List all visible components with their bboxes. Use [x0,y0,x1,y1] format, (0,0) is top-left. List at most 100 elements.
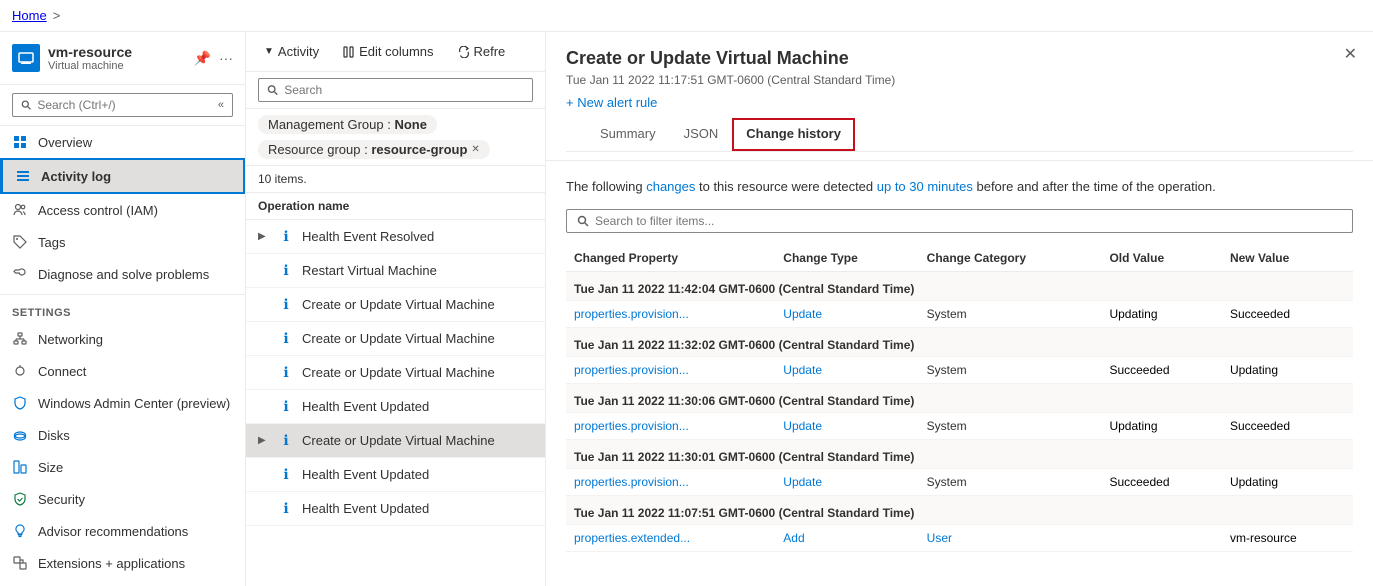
breadcrumb-separator: > [53,8,61,23]
wrench-icon [12,266,28,282]
list-column-header: Operation name [246,193,545,220]
item-text: Health Event Updated [302,467,533,482]
sidebar-header: vm-resource Virtual machine 📌 ··· [0,32,245,85]
new-value-cell: Succeeded [1222,300,1353,327]
activity-search-box[interactable] [258,78,533,102]
resource-group-filter: Resource group : resource-group ✕ [258,140,490,159]
filter-search-box[interactable] [566,209,1353,233]
list-item[interactable]: ▶ ℹ Create or Update Virtual Machine [246,424,545,458]
sidebar-item-disks[interactable]: Disks [0,419,245,451]
col-change-type: Change Type [775,245,918,272]
detail-title: Create or Update Virtual Machine [566,48,1353,69]
old-value-cell: Succeeded [1101,468,1222,495]
activity-list: ▶ ℹ Health Event Resolved ℹ Restart Virt… [246,220,545,586]
change-type-cell: Update [775,300,918,327]
list-item[interactable]: ℹ Restart Virtual Machine [246,254,545,288]
tab-change-history[interactable]: Change history [732,118,855,151]
item-text: Create or Update Virtual Machine [302,433,533,448]
expand-arrow-icon: ▶ [258,231,270,242]
extension-icon [12,555,28,571]
activity-search-input[interactable] [284,83,524,97]
sidebar-search-box[interactable]: « [12,93,233,117]
sidebar-item-extensions[interactable]: Extensions + applications [0,547,245,579]
table-date-row: Tue Jan 11 2022 11:32:02 GMT-0600 (Centr… [566,327,1353,356]
search-icon [267,84,278,96]
tab-summary[interactable]: Summary [586,118,670,151]
property-cell[interactable]: properties.provision... [566,356,775,383]
list-item[interactable]: ℹ Create or Update Virtual Machine [246,322,545,356]
property-cell[interactable]: properties.extended... [566,524,775,551]
filter-close-icon[interactable]: ✕ [471,144,479,155]
sidebar-item-networking[interactable]: Networking [0,323,245,355]
shield-icon [12,491,28,507]
breadcrumb-home[interactable]: Home [12,8,47,23]
date-cell: Tue Jan 11 2022 11:32:02 GMT-0600 (Centr… [566,327,1353,356]
change-table: Changed Property Change Type Change Cate… [566,245,1353,552]
edit-columns-button[interactable]: Edit columns [337,40,439,63]
category-cell: System [919,300,1102,327]
sidebar-item-label: Activity log [41,169,111,184]
old-value-cell: Updating [1101,412,1222,439]
filter-search-input[interactable] [595,214,1342,228]
new-value-cell: vm-resource [1222,524,1353,551]
refresh-button[interactable]: Refre [452,40,512,63]
list-item[interactable]: ℹ Health Event Updated [246,458,545,492]
activity-button[interactable]: ▼ Activity [258,40,325,63]
disk-icon [12,427,28,443]
sidebar-item-overview[interactable]: Overview [0,126,245,158]
sidebar-item-security[interactable]: Security [0,483,245,515]
table-row: properties.provision... Update System Up… [566,300,1353,327]
detail-panel: Create or Update Virtual Machine Tue Jan… [546,32,1373,586]
info-icon: ℹ [278,228,294,245]
item-text: Health Event Updated [302,399,533,414]
resize-icon [12,459,28,475]
sidebar-item-diagnose[interactable]: Diagnose and solve problems [0,258,245,290]
list-item[interactable]: ℹ Create or Update Virtual Machine [246,356,545,390]
change-type-cell: Update [775,356,918,383]
items-count: 10 items. [246,166,545,193]
item-text: Health Event Resolved [302,229,533,244]
sidebar-item-label: Advisor recommendations [38,524,188,539]
property-cell[interactable]: properties.provision... [566,412,775,439]
change-type-cell: Update [775,468,918,495]
property-cell[interactable]: properties.provision... [566,300,775,327]
sidebar-item-connect[interactable]: Connect [0,355,245,387]
sidebar-item-activity-log[interactable]: Activity log [0,158,245,194]
refresh-icon [458,46,470,58]
sidebar-search-input[interactable] [37,98,212,112]
collapse-icon[interactable]: « [218,99,224,111]
resource-name: vm-resource [48,44,132,60]
sidebar: vm-resource Virtual machine 📌 ··· « Over… [0,32,246,586]
sidebar-item-tags[interactable]: Tags [0,226,245,258]
sidebar-item-label: Connect [38,364,86,379]
table-row: properties.provision... Update System Su… [566,356,1353,383]
list-item[interactable]: ℹ Health Event Updated [246,492,545,526]
property-cell[interactable]: properties.provision... [566,468,775,495]
list-item[interactable]: ℹ Create or Update Virtual Machine [246,288,545,322]
breadcrumb: Home > [0,0,1373,32]
sidebar-item-windows-admin[interactable]: Windows Admin Center (preview) [0,387,245,419]
lightbulb-icon [12,523,28,539]
tabs-bar: Summary JSON Change history [566,118,1353,152]
item-text: Create or Update Virtual Machine [302,365,533,380]
activity-toolbar: ▼ Activity Edit columns Refre [246,32,545,72]
search-icon [577,215,589,227]
settings-label: Settings [0,294,245,323]
sidebar-item-access-control[interactable]: Access control (IAM) [0,194,245,226]
tab-json[interactable]: JSON [670,118,733,151]
close-button[interactable]: ✕ [1344,44,1357,64]
more-icon[interactable]: ··· [219,50,233,66]
refresh-label: Refre [474,44,506,59]
sidebar-item-size[interactable]: Size [0,451,245,483]
sidebar-item-advisor[interactable]: Advisor recommendations [0,515,245,547]
list-item[interactable]: ℹ Health Event Updated [246,390,545,424]
sidebar-item-label: Tags [38,235,65,250]
pin-icon[interactable]: 📌 [194,50,211,67]
sidebar-item-label: Overview [38,135,92,150]
category-cell: System [919,412,1102,439]
list-item[interactable]: ▶ ℹ Health Event Resolved [246,220,545,254]
category-cell: User [919,524,1102,551]
activity-panel: ▼ Activity Edit columns Refre [246,32,546,586]
new-alert-rule-link[interactable]: + New alert rule [566,95,1353,110]
sidebar-item-label: Disks [38,428,70,443]
